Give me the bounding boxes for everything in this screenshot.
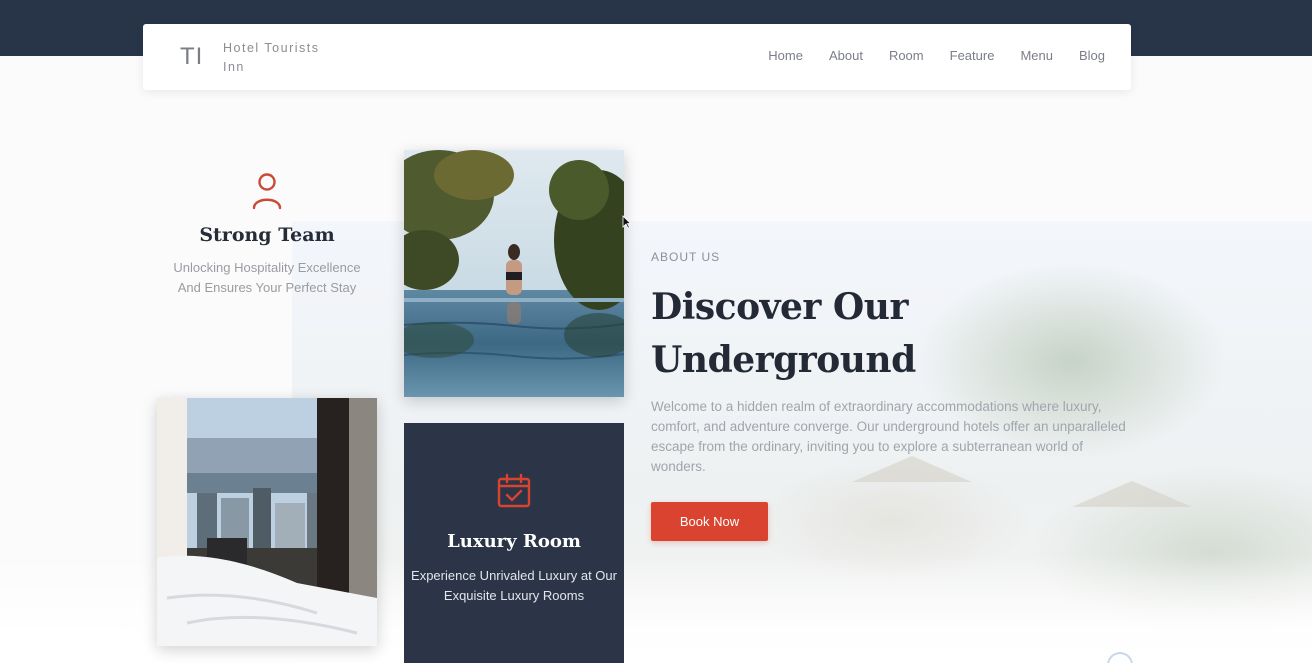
hotel-room-photo [157, 398, 377, 646]
nav-room-link[interactable]: Room [889, 48, 924, 63]
section-description: Welcome to a hidden realm of extraordina… [651, 399, 1126, 474]
nav-blog-link[interactable]: Blog [1079, 48, 1105, 63]
nav-feature-link[interactable]: Feature [950, 48, 995, 63]
feature-description: Experience Unrivaled Luxury at Our Exqui… [411, 568, 617, 603]
feature-card-strong-team: Strong Team Unlocking Hospitality Excell… [167, 170, 367, 298]
feature-description: Unlocking Hospitality Excellence And Ens… [173, 260, 361, 295]
section-heading: Discover Our Underground [651, 286, 916, 381]
pool-photo [404, 150, 624, 397]
nav-menu-link[interactable]: Menu [1020, 48, 1053, 63]
feature-title: Strong Team [199, 224, 335, 246]
navbar: TI Hotel Tourists Inn Home About Room Fe… [143, 24, 1131, 90]
logo-mark[interactable]: TI [180, 43, 203, 71]
user-icon [252, 173, 282, 210]
section-eyebrow: ABOUT US [651, 250, 721, 264]
pool-photo-graphic [404, 150, 624, 397]
logo-name[interactable]: Hotel Tourists Inn [223, 39, 343, 77]
feature-title: Luxury Room [447, 531, 581, 552]
about-section: ABOUT US Discover Our Underground Welcom… [651, 250, 1126, 541]
page: TI Hotel Tourists Inn Home About Room Fe… [0, 0, 1312, 663]
calendar-check-icon [497, 473, 531, 508]
nav-home-link[interactable]: Home [768, 48, 803, 63]
feature-card-luxury-room: Luxury Room Experience Unrivaled Luxury … [404, 423, 624, 663]
nav-menu: Home About Room Feature Menu Blog [768, 48, 1105, 63]
room-photo-graphic [157, 398, 377, 646]
mouse-cursor-icon [622, 215, 631, 229]
book-now-button[interactable]: Book Now [651, 502, 768, 541]
nav-about-link[interactable]: About [829, 48, 863, 63]
